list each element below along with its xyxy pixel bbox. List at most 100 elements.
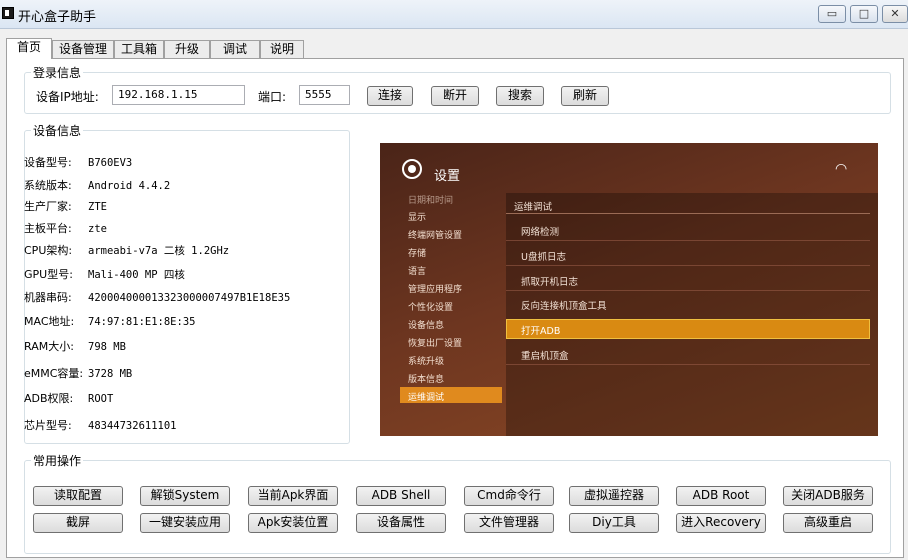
tab-device-management[interactable]: 设备管理 — [52, 40, 114, 58]
screenshot-button[interactable]: 截屏 — [33, 513, 123, 533]
info-row-mac: MAC地址: 74:97:81:E1:8E:35 — [24, 313, 195, 329]
tab-home[interactable]: 首页 — [6, 38, 52, 59]
info-key: GPU型号: — [24, 268, 73, 281]
tab-upgrade[interactable]: 升级 — [164, 40, 210, 58]
read-config-button[interactable]: 读取配置 — [33, 486, 123, 506]
device-info-group-title: 设备信息 — [31, 122, 84, 139]
info-value: B760EV3 — [88, 157, 133, 169]
info-key: eMMC容量: — [24, 367, 84, 380]
screen-menu-item-selected: 运维调试 — [408, 393, 445, 403]
current-apk-screen-button[interactable]: 当前Apk界面 — [248, 486, 338, 506]
wifi-icon: ◠ — [835, 161, 848, 177]
info-key: 机器串码: — [24, 291, 72, 304]
info-key: 系统版本: — [24, 179, 72, 192]
info-row-adb-permission: ADB权限: ROOT — [24, 390, 113, 406]
screen-item-selected: 打开ADB — [521, 326, 561, 337]
screen-right-pane — [506, 193, 878, 436]
login-group-title: 登录信息 — [31, 64, 84, 81]
info-row-gpu: GPU型号: Mali-400 MP 四核 — [24, 266, 185, 282]
gear-icon — [402, 159, 422, 179]
info-row-chip: 芯片型号: 48344732611101 — [24, 417, 177, 433]
screen-menu-item: 显示 — [408, 213, 427, 223]
close-adb-service-button[interactable]: 关闭ADB服务 — [783, 486, 873, 506]
screen-item-selection — [506, 319, 870, 339]
info-row-model: 设备型号: B760EV3 — [24, 154, 132, 170]
screen-menu-item: 语言 — [408, 267, 427, 277]
disconnect-button[interactable]: 断开 — [431, 86, 479, 106]
maximize-button[interactable]: □ — [850, 5, 878, 23]
refresh-button[interactable]: 刷新 — [561, 86, 609, 106]
screen-menu-item: 个性化设置 — [408, 303, 454, 313]
info-value: 420004000013323000007497B1E18E35 — [88, 292, 291, 304]
apk-install-location-button[interactable]: Apk安装位置 — [248, 513, 338, 533]
common-ops-group-title: 常用操作 — [31, 452, 84, 469]
screen-menu-item: 系统升级 — [408, 357, 445, 367]
info-value: ZTE — [88, 201, 107, 213]
info-row-ram: RAM大小: 798 MB — [24, 338, 126, 354]
info-row-emmc: eMMC容量: 3728 MB — [24, 365, 132, 381]
info-key: RAM大小: — [24, 340, 74, 353]
info-value: ROOT — [88, 393, 114, 405]
info-row-version: 系统版本: Android 4.4.2 — [24, 177, 170, 193]
close-button[interactable]: ✕ — [882, 5, 908, 23]
title-bar: 开心盒子助手 ▭ □ ✕ — [0, 0, 908, 29]
screen-menu-item: 恢复出厂设置 — [408, 339, 463, 349]
window-title: 开心盒子助手 — [18, 10, 97, 25]
info-key: CPU架构: — [24, 244, 73, 257]
screen-menu-item: 存储 — [408, 249, 427, 259]
file-manager-button[interactable]: 文件管理器 — [464, 513, 554, 533]
info-key: 主板平台: — [24, 222, 72, 235]
app-icon — [2, 7, 14, 19]
screen-menu-item: 终端网管设置 — [408, 231, 463, 241]
port-input[interactable]: 5555 — [299, 85, 350, 105]
screen-section-divider — [506, 213, 870, 214]
port-label: 端口: — [258, 90, 287, 104]
tab-toolbox[interactable]: 工具箱 — [114, 40, 164, 58]
screen-item-divider — [506, 240, 870, 241]
minimize-button[interactable]: ▭ — [818, 5, 846, 23]
info-value: Android 4.4.2 — [88, 180, 171, 192]
screen-menu-item: 设备信息 — [408, 321, 445, 331]
screen-section-title: 运维调试 — [514, 202, 553, 213]
info-key: 芯片型号: — [24, 419, 72, 432]
screen-item: 重启机顶盒 — [521, 351, 569, 362]
one-click-install-button[interactable]: 一键安装应用 — [140, 513, 230, 533]
search-button[interactable]: 搜索 — [496, 86, 544, 106]
screen-item: U盘抓日志 — [521, 252, 566, 263]
screen-item: 网络检测 — [521, 227, 560, 238]
info-row-cpu: CPU架构: armeabi-v7a 二核 1.2GHz — [24, 242, 229, 258]
cmd-button[interactable]: Cmd命令行 — [464, 486, 554, 506]
device-properties-button[interactable]: 设备属性 — [356, 513, 446, 533]
ip-input[interactable]: 192.168.1.15 — [112, 85, 245, 105]
info-row-serial: 机器串码: 420004000013323000007497B1E18E35 — [24, 289, 290, 305]
virtual-remote-button[interactable]: 虚拟遥控器 — [569, 486, 659, 506]
diy-tools-button[interactable]: Diy工具 — [569, 513, 659, 533]
unlock-system-button[interactable]: 解锁System — [140, 486, 230, 506]
enter-recovery-button[interactable]: 进入Recovery — [676, 513, 766, 533]
info-row-manufacturer: 生产厂家: ZTE — [24, 198, 107, 214]
screen-title: 设置 — [434, 169, 461, 184]
adb-shell-button[interactable]: ADB Shell — [356, 486, 446, 506]
screen-item-divider — [506, 265, 870, 266]
advanced-reboot-button[interactable]: 高级重启 — [783, 513, 873, 533]
connect-button[interactable]: 连接 — [367, 86, 413, 106]
ip-label: 设备IP地址: — [36, 90, 99, 104]
info-value: armeabi-v7a 二核 1.2GHz — [88, 245, 230, 257]
screen-item-divider — [506, 290, 870, 291]
screen-item: 反向连接机顶盒工具 — [521, 301, 607, 312]
screen-item-divider — [506, 364, 870, 365]
info-value: 3728 MB — [88, 368, 133, 380]
device-screenshot-preview: 设置 ◠ 日期和时间 显示 终端网管设置 存储 语言 管理应用程序 个性化设置 … — [380, 143, 878, 436]
common-ops-group: 常用操作 — [24, 452, 891, 554]
screen-menu-item: 管理应用程序 — [408, 285, 463, 295]
info-value: zte — [88, 223, 107, 235]
tab-debug[interactable]: 调试 — [210, 40, 260, 58]
info-value: 74:97:81:E1:8E:35 — [88, 316, 196, 328]
info-key: ADB权限: — [24, 392, 74, 405]
info-value: 798 MB — [88, 341, 126, 353]
tab-help[interactable]: 说明 — [260, 40, 304, 58]
adb-root-button[interactable]: ADB Root — [676, 486, 766, 506]
info-key: 生产厂家: — [24, 200, 72, 213]
info-value: Mali-400 MP 四核 — [88, 269, 185, 281]
info-key: 设备型号: — [24, 156, 72, 169]
